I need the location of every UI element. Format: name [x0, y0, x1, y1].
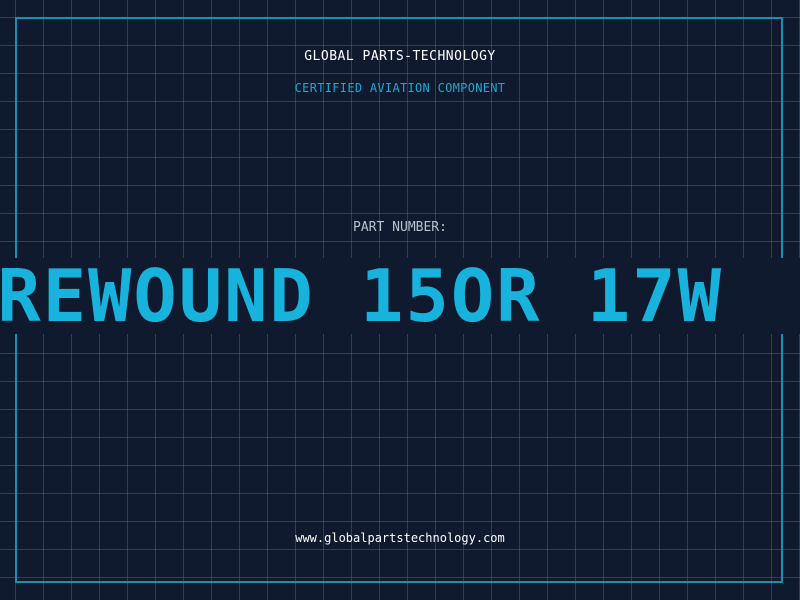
certification-subtitle: CERTIFIED AVIATION COMPONENT [294, 81, 506, 95]
part-card: GLOBAL PARTS-TECHNOLOGY CERTIFIED AVIATI… [0, 0, 800, 600]
website-url: www.globalpartstechnology.com [295, 531, 505, 545]
part-number-label: PART NUMBER: [353, 220, 447, 235]
part-number-band: IREWOUND 15OR 17W [0, 258, 800, 334]
part-number-value: IREWOUND 15OR 17W [0, 258, 723, 334]
company-name: GLOBAL PARTS-TECHNOLOGY [304, 49, 496, 64]
